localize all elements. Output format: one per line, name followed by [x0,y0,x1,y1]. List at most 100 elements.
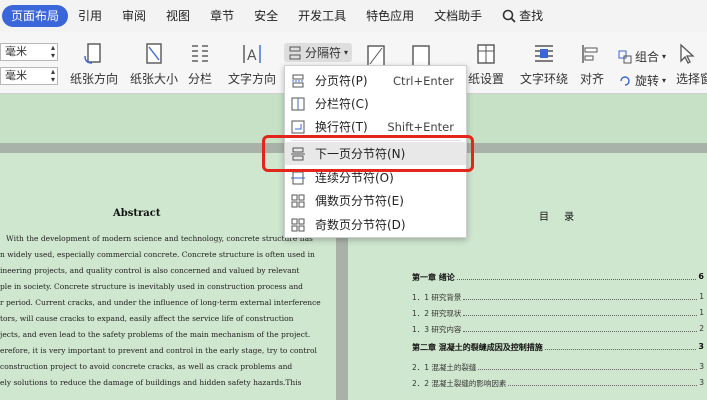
toc-leader [463,308,698,316]
text-direction-button[interactable]: A 文字方向 [228,42,276,87]
menu-item-column-break[interactable]: 分栏符(C) [285,92,466,115]
search-button[interactable]: 查找 [492,5,553,27]
toc-page: 3 [699,378,704,387]
tab-references[interactable]: 引用 [68,5,112,27]
stepper-icon[interactable]: ▴ ▾ [51,68,55,84]
toc-page: 3 [699,362,704,371]
menu-item-even-page-section-break[interactable]: 偶数页分节符(E) [285,189,466,212]
abstract-line: tors, will cause cracks to expand, easil… [0,314,294,323]
toc-entry[interactable]: 1．1 研究背景 1 [412,292,704,303]
tab-developer[interactable]: 开发工具 [288,5,356,27]
tab-security[interactable]: 安全 [244,5,288,27]
chevron-down-icon: ▾ [344,48,349,57]
toc-text: 1．3 研究内容 [412,325,462,334]
toc-page: 3 [698,342,704,351]
search-icon [502,9,516,23]
page-break-icon [292,74,304,87]
orientation-button[interactable]: 纸张方向 [70,42,118,87]
select-pane-button[interactable]: 选择窗 [676,42,707,87]
align-button[interactable]: 对齐 [580,42,604,87]
toc-entry[interactable]: 2．1 混凝土的裂缝 3 [412,362,704,373]
columns-icon [192,45,208,62]
chevron-down-icon: ▾ [662,52,667,61]
column-break-icon [291,97,305,110]
stepper-icon[interactable]: ▴ ▾ [51,44,55,60]
toc-text: 2．1 混凝土的裂缝 [412,363,477,372]
paper-size-label: 纸张大小 [130,72,179,86]
align-icon [582,45,598,63]
abstract-line: n widely used, especially commercial con… [0,250,315,259]
text-direction-icon: A [243,45,261,64]
menu-item-shortcut: Ctrl+Enter [393,73,454,88]
toc-leader [456,272,697,280]
separator-button[interactable]: 分隔符 ▾ [284,43,353,62]
text-wrap-label: 文字环绕 [520,72,569,86]
menu-item-label: 分栏符(C) [315,97,369,111]
toc-title: 目 录 [539,212,581,223]
tab-review[interactable]: 审阅 [112,5,156,27]
rotate-label: 旋转 [635,74,660,88]
menu-item-label: 分页符(P) [315,74,368,88]
group-icon [618,50,632,63]
menu-bar: 页面布局 引用 审阅 视图 章节 安全 开发工具 特色应用 文档助手 查找 [0,0,707,32]
toc-leader [463,292,698,300]
paper-size-button[interactable]: 纸张大小 [130,42,178,87]
rotate-button[interactable]: 旋转 ▾ [618,72,666,89]
toc-entry[interactable]: 第一章 绪论 6 [412,272,704,283]
toc-entry[interactable]: 第二章 混凝土的裂缝成因及控制措施 3 [412,342,704,353]
chevron-down-icon: ▾ [662,76,667,85]
text-wrap-button[interactable]: 文字环绕 [520,42,568,87]
page-setup-label: 纸设置 [468,72,505,86]
margin-top-field[interactable]: 毫米 ▴ ▾ [0,43,58,61]
line-break-icon [291,120,305,133]
tab-sections[interactable]: 章节 [200,5,244,27]
rotate-icon [620,75,630,86]
menu-item-shortcut: Shift+Enter [387,119,454,134]
page-setup-button[interactable]: 纸设置 [468,42,504,87]
toc-leader [508,378,698,386]
odd-page-section-break-icon [291,218,305,231]
toc-page: 6 [698,272,704,281]
tab-view[interactable]: 视图 [156,5,200,27]
tab-features[interactable]: 特色应用 [356,5,424,27]
select-pane-label: 选择窗 [676,72,707,86]
toc-text: 第一章 绪论 [412,273,455,282]
menu-item-label: 偶数页分节符(E) [315,194,404,208]
toc-page: 2 [699,324,704,333]
group-button[interactable]: 组合 ▾ [618,48,666,65]
menu-item-odd-page-section-break[interactable]: 奇数页分节符(D) [285,213,466,236]
separator-icon [289,46,301,59]
toc-page: 1 [699,292,704,301]
page-setup-icon [477,44,495,64]
separator-label: 分隔符 [305,46,342,60]
toc-entry[interactable]: 2．2 混凝土裂缝的影响因素 3 [412,378,704,389]
search-label: 查找 [519,9,544,23]
toc-entry[interactable]: 1．2 研究现状 1 [412,308,704,319]
svg-text:A: A [247,48,257,64]
abstract-line: jects, and even lead to the safety probl… [0,330,311,339]
text-direction-label: 文字方向 [228,72,277,86]
tab-page-layout[interactable]: 页面布局 [2,5,69,27]
highlight-box [262,135,474,172]
tab-doc-assistant[interactable]: 文档助手 [424,5,492,27]
menu-item-page-break[interactable]: 分页符(P) Ctrl+Enter [285,69,466,92]
columns-label: 分栏 [188,72,213,86]
columns-button[interactable]: 分栏 [188,42,212,87]
group-label: 组合 [635,50,660,64]
orientation-label: 纸张方向 [70,72,119,86]
margin-bottom-value: 毫米 [5,69,27,82]
abstract-line: construction project to avoid concrete c… [0,362,293,371]
margin-bottom-field[interactable]: 毫米 ▴ ▾ [0,67,58,85]
toc-leader [463,324,698,332]
abstract-line: ely solutions to reduce the damage of bu… [0,378,302,387]
continuous-section-break-icon [291,171,305,184]
toc-entry[interactable]: 1．3 研究内容 2 [412,324,704,335]
even-page-section-break-icon [291,194,305,207]
menu-item-label: 奇数页分节符(D) [315,218,406,232]
text-wrap-icon [535,45,553,62]
toc-text: 1．2 研究现状 [412,309,462,318]
toc-text: 第二章 混凝土的裂缝成因及控制措施 [412,343,543,352]
menu-item-label: 换行符(T) [315,120,368,134]
toc-page: 1 [699,308,704,317]
abstract-line: ineering projects, and quality control i… [0,266,300,275]
